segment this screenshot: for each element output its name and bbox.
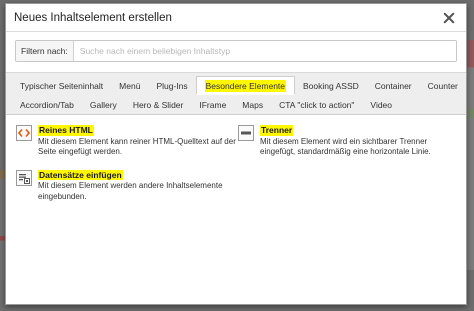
element-description-line: Mit diesem Element werden andere Inhalts… — [38, 181, 223, 190]
tab-container[interactable]: Container — [367, 76, 420, 95]
dialog-title: Neues Inhaltselement erstellen — [14, 11, 172, 24]
divider-icon — [238, 125, 254, 141]
filter-group: Filtern nach: — [15, 40, 457, 62]
tab-accordion-tab[interactable]: Accordion/Tab — [12, 95, 82, 114]
tab-besondere-elemente[interactable]: Besondere Elemente — [195, 76, 296, 95]
tab-label: Gallery — [89, 99, 117, 110]
tab-label: Booking ASSD — [303, 80, 359, 91]
filter-input[interactable] — [73, 41, 456, 61]
element-column-right: Trenner Mit diesem Element wird ein sich… — [238, 124, 458, 213]
element-description: Mit diesem Element wird ein sichtbarer T… — [260, 137, 431, 158]
element-description-line: eingefügt, standardmäßig eine horizontal… — [260, 147, 431, 156]
tab-label: Besondere Elemente — [204, 79, 287, 92]
tab-label: IFrame — [199, 99, 227, 110]
tab-label: Counter — [427, 80, 458, 91]
tab-menu[interactable]: Menü — [111, 76, 148, 95]
close-icon[interactable] — [442, 11, 456, 25]
tab-label: Hero & Slider — [132, 99, 184, 110]
tab-label: CTA "click to action" — [279, 99, 355, 110]
element-description-line: eingebunden. — [38, 191, 87, 201]
new-content-element-dialog: Neues Inhaltselement erstellen Filtern n… — [5, 3, 467, 305]
tab-gallery[interactable]: Gallery — [82, 95, 125, 114]
tab-label: Video — [370, 99, 393, 110]
tab-label: Menü — [119, 80, 141, 91]
element-text: Datensätze einfügen Mit diesem Element w… — [38, 169, 223, 203]
tab-label: Container — [374, 80, 412, 91]
tab-typischer-seiteninhalt[interactable]: Typischer Seiteninhalt — [12, 76, 111, 95]
category-tabs: Typischer Seiteninhalt Menü Plug-Ins Bes… — [6, 72, 466, 115]
html-code-icon — [16, 125, 32, 141]
tab-iframe[interactable]: IFrame — [191, 95, 234, 114]
tab-label: Plug-Ins — [156, 80, 188, 91]
dialog-header: Neues Inhaltselement erstellen — [6, 4, 466, 32]
insert-records-icon — [16, 169, 32, 186]
element-reines-html[interactable]: Reines HTML Mit diesem Element kann rein… — [16, 124, 236, 158]
element-column-left: Reines HTML Mit diesem Element kann rein… — [16, 124, 236, 213]
element-text: Reines HTML Mit diesem Element kann rein… — [38, 124, 236, 158]
tab-counter[interactable]: Counter — [420, 76, 466, 95]
tab-maps[interactable]: Maps — [234, 95, 271, 114]
element-description-line: Mit diesem Element wird ein sichtbarer T… — [260, 136, 428, 146]
element-title: Datensätze einfügen — [38, 169, 123, 180]
element-datensaetze-einfuegen[interactable]: Datensätze einfügen Mit diesem Element w… — [16, 169, 236, 203]
element-text: Trenner Mit diesem Element wird ein sich… — [260, 124, 431, 158]
element-title: Trenner — [260, 125, 294, 136]
element-list: Reines HTML Mit diesem Element kann rein… — [6, 115, 466, 213]
element-description-line: Seite eingefügt werden. — [38, 147, 123, 156]
tab-hero-slider[interactable]: Hero & Slider — [125, 95, 192, 114]
tab-video[interactable]: Video — [362, 95, 400, 114]
tab-label: Maps — [242, 99, 264, 110]
tab-booking-assd[interactable]: Booking ASSD — [295, 76, 367, 95]
background-page-strip — [466, 40, 474, 270]
element-trenner[interactable]: Trenner Mit diesem Element wird ein sich… — [238, 124, 458, 158]
element-title: Reines HTML — [38, 125, 94, 136]
tab-plug-ins[interactable]: Plug-Ins — [148, 76, 195, 95]
element-description: Mit diesem Element werden andere Inhalts… — [38, 181, 223, 202]
tab-label: Typischer Seiteninhalt — [20, 80, 104, 91]
element-description: Mit diesem Element kann reiner HTML-Quel… — [38, 137, 236, 158]
tab-row-1: Typischer Seiteninhalt Menü Plug-Ins Bes… — [12, 76, 460, 95]
element-description-line: Mit diesem Element kann reiner HTML-Quel… — [38, 136, 236, 146]
tab-row-2: Accordion/Tab Gallery Hero & Slider IFra… — [12, 95, 460, 114]
tab-label: Accordion/Tab — [20, 99, 74, 110]
filter-section: Filtern nach: — [6, 32, 466, 62]
tab-cta[interactable]: CTA "click to action" — [271, 95, 362, 114]
filter-label: Filtern nach: — [16, 41, 74, 61]
